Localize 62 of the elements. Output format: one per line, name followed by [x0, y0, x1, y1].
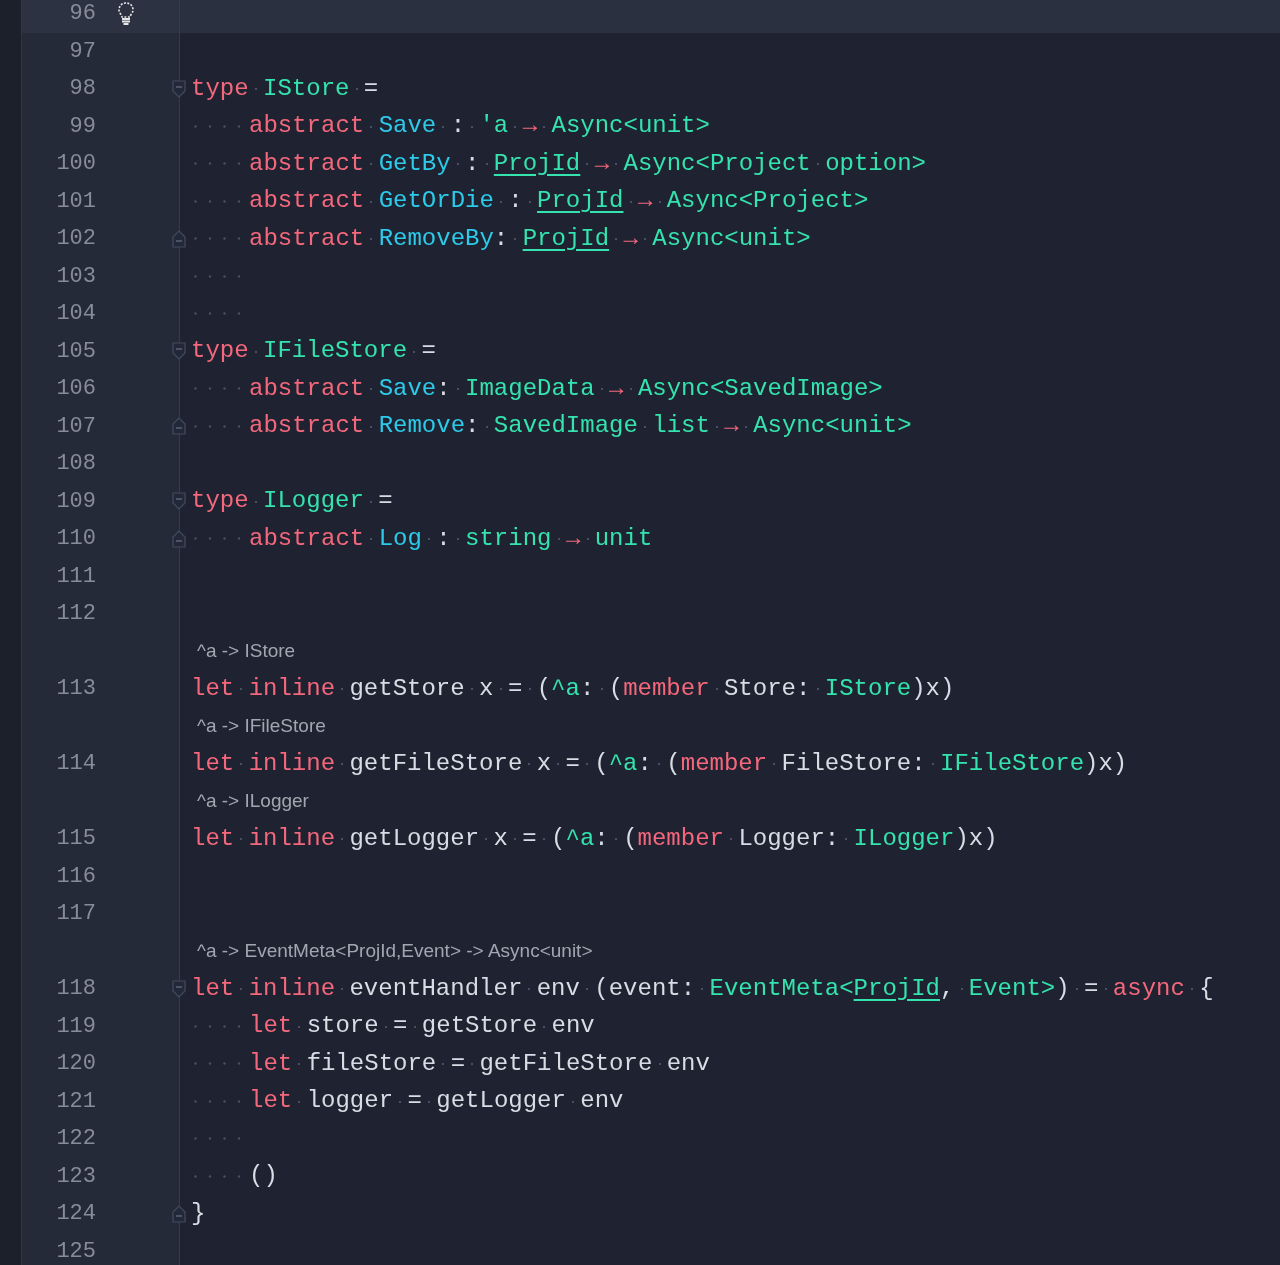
code-line: let store = getStore env: [249, 1014, 595, 1039]
code-line: let fileStore = getFileStore env: [249, 1051, 710, 1076]
line-number: 124: [55, 1200, 96, 1229]
line-number: 105: [55, 337, 96, 366]
line-number: 121: [55, 1087, 96, 1116]
lightbulb-icon[interactable]: [117, 1, 135, 26]
line-number: 106: [55, 375, 96, 404]
code-line: abstract Save: ImageData → Async<SavedImage>: [249, 376, 883, 401]
line-number: 110: [55, 525, 96, 554]
line-number: 102: [55, 225, 96, 254]
inlay-type-hint: ^a -> ILogger: [197, 789, 309, 813]
code-line: let inline getFileStore x = (^a: (member FileStore: IFileStore)x): [191, 751, 1128, 776]
line-number: 112: [55, 600, 96, 629]
code-line: let inline eventHandler env (event: EventMeta<ProjId, Event>) = async {: [191, 976, 1214, 1001]
fold-icon[interactable]: [172, 416, 186, 437]
code-line: }: [191, 1201, 206, 1226]
code-line: abstract GetOrDie : ProjId → Async<Project>: [249, 189, 869, 214]
line-number: 117: [55, 900, 96, 929]
line-number: 101: [55, 187, 96, 216]
fold-icon[interactable]: [172, 78, 186, 99]
code-line: let logger = getLogger env: [249, 1089, 624, 1114]
line-number: 109: [55, 487, 96, 516]
line-number: 104: [55, 300, 96, 329]
line-number: 113: [55, 675, 96, 704]
code-line: type ILogger =: [191, 489, 393, 514]
inlay-type-hint: ^a -> IStore: [197, 639, 296, 663]
line-number: 116: [55, 862, 96, 891]
line-number: 123: [55, 1162, 96, 1191]
code-line: let inline getStore x = (^a: (member Store: IStore)x): [191, 676, 955, 701]
line-number: 98: [68, 75, 96, 104]
code-line: type IStore =: [191, 76, 379, 101]
line-number: 122: [55, 1125, 96, 1154]
code-line: abstract Log : string → unit: [249, 526, 653, 551]
code-line: abstract RemoveBy: ProjId → Async<unit>: [249, 226, 811, 251]
line-number: 111: [55, 562, 96, 591]
code-line: abstract GetBy : ProjId → Async<Project option>: [249, 151, 926, 176]
fold-icon[interactable]: [172, 341, 186, 362]
line-number: 99: [68, 112, 96, 141]
line-number: 118: [55, 975, 96, 1004]
code-line: type IFileStore =: [191, 339, 436, 364]
line-number: 115: [55, 825, 96, 854]
fold-icon[interactable]: [172, 491, 186, 512]
line-number: 119: [55, 1012, 96, 1041]
fold-icon[interactable]: [172, 1203, 186, 1224]
line-number: 97: [68, 37, 96, 66]
line-number: 96: [68, 0, 96, 29]
line-number: 108: [55, 450, 96, 479]
code-line: abstract Save : 'a → Async<unit>: [249, 114, 710, 139]
fold-icon[interactable]: [172, 978, 186, 999]
line-number: 103: [55, 262, 96, 291]
inlay-type-hint: ^a -> EventMeta<ProjId,Event> -> Async<unit>: [197, 939, 593, 963]
fold-icon[interactable]: [172, 528, 186, 549]
line-number: 107: [55, 412, 96, 441]
fold-icon[interactable]: [172, 228, 186, 249]
code-line: (): [249, 1164, 278, 1189]
code-line: abstract Remove: SavedImage list → Async<unit>: [249, 414, 912, 439]
code-line: let inline getLogger x = (^a: (member Logger: ILogger)x): [191, 826, 998, 851]
line-number: 114: [55, 750, 96, 779]
line-number: 125: [55, 1237, 96, 1265]
line-number: 100: [55, 150, 96, 179]
inlay-type-hint: ^a -> IFileStore: [197, 714, 326, 738]
line-number: 120: [55, 1050, 96, 1079]
